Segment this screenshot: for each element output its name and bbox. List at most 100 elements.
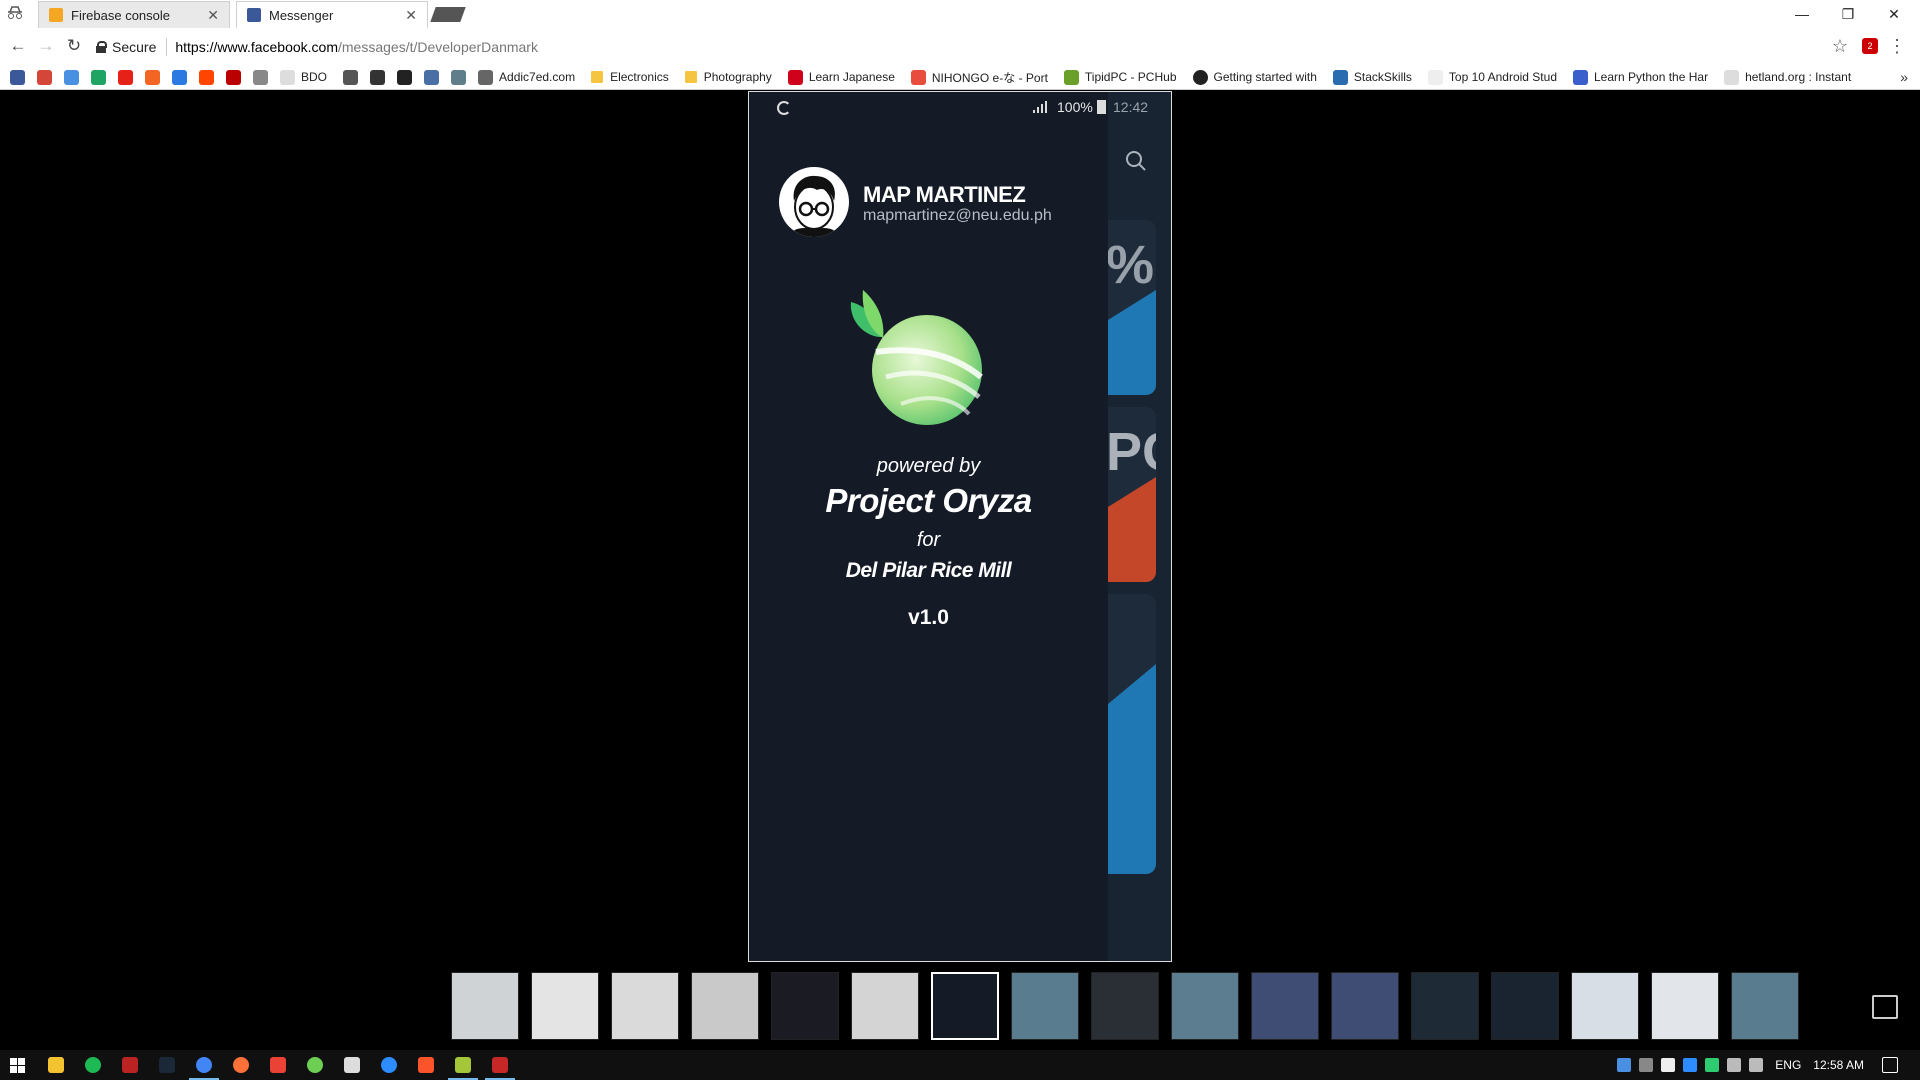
brave-icon[interactable] — [418, 1057, 434, 1073]
windows-start-icon[interactable] — [10, 1058, 25, 1073]
thumbnail[interactable] — [1251, 972, 1319, 1040]
forward-button[interactable]: → — [36, 36, 56, 56]
address-bar[interactable]: Secure https://www.facebook.com /message… — [96, 33, 1841, 60]
bookmark-hetland[interactable]: hetland.org : Instant — [1724, 69, 1851, 85]
gmail-icon[interactable] — [37, 69, 52, 85]
thumbnail[interactable] — [1331, 972, 1399, 1040]
drive-icon[interactable] — [91, 69, 106, 85]
link-icon[interactable] — [172, 69, 187, 85]
bookmark-star-icon[interactable]: ☆ — [1832, 36, 1848, 57]
bookmark-tipidpc[interactable]: TipidPC - PCHub — [1063, 69, 1177, 85]
thumbnail[interactable] — [531, 972, 599, 1040]
thumbnail[interactable] — [1411, 972, 1479, 1040]
tray-icon[interactable] — [1639, 1058, 1654, 1072]
facebook-icon[interactable] — [10, 69, 25, 85]
site-icon[interactable] — [370, 69, 386, 85]
file-explorer-icon[interactable] — [48, 1057, 64, 1073]
tab-label: Firebase console — [71, 7, 170, 23]
close-tab-icon[interactable]: ✕ — [207, 7, 219, 24]
close-window-button[interactable]: ✕ — [1872, 0, 1916, 28]
extension-icon[interactable]: 2 — [1862, 38, 1878, 54]
reload-button[interactable]: ↻ — [64, 36, 84, 56]
minimize-button[interactable]: — — [1780, 0, 1824, 28]
bookmark-top10-android[interactable]: Top 10 Android Stud — [1427, 69, 1557, 85]
bookmark-nihongo[interactable]: NIHONGO e-な - Port — [910, 69, 1048, 86]
restore-button[interactable]: ❐ — [1826, 0, 1870, 28]
battery-icon — [1097, 100, 1106, 114]
thumbnail[interactable] — [1491, 972, 1559, 1040]
thumbnail[interactable] — [771, 972, 839, 1040]
language-indicator[interactable]: ENG — [1775, 1058, 1801, 1072]
firefox-icon[interactable] — [233, 1057, 249, 1073]
thumbnail[interactable] — [1091, 972, 1159, 1040]
thumbnail[interactable] — [1571, 972, 1639, 1040]
menu-icon[interactable]: ⋮ — [1888, 36, 1906, 57]
bookmark-photography[interactable]: Photography — [684, 70, 772, 84]
wifi-icon[interactable] — [1727, 1058, 1742, 1072]
bookmark-addic7ed[interactable]: Addic7ed.com — [478, 69, 575, 85]
bookmark-stackskills[interactable]: StackSkills — [1332, 69, 1412, 85]
reddit-icon[interactable] — [199, 69, 214, 85]
bookmark-learn-japanese[interactable]: Learn Japanese — [787, 69, 895, 85]
tab-messenger[interactable]: Messenger ✕ — [236, 1, 428, 28]
app-icon[interactable] — [381, 1057, 397, 1073]
close-tab-icon[interactable]: ✕ — [405, 7, 417, 24]
thumbnail[interactable] — [1731, 972, 1799, 1040]
thumbnail[interactable] — [851, 972, 919, 1040]
app-icon[interactable] — [122, 1057, 138, 1073]
new-tab-button[interactable] — [430, 7, 466, 22]
tray-icon[interactable] — [1683, 1058, 1698, 1072]
github-icon — [1192, 69, 1208, 85]
gallery-icon[interactable] — [1872, 995, 1898, 1019]
spotify-icon[interactable] — [85, 1057, 101, 1073]
thumbnail[interactable] — [691, 972, 759, 1040]
bookmarks-bar: BDO Addic7ed.com Electronics Photography… — [0, 65, 1920, 90]
volume-icon[interactable] — [1749, 1058, 1764, 1072]
avatar[interactable] — [779, 167, 849, 237]
inbox-icon[interactable] — [64, 69, 79, 85]
bookmark-label: NIHONGO e-な - Port — [931, 70, 1048, 85]
bookmark-learn-python[interactable]: Learn Python the Har — [1573, 69, 1708, 85]
site-icon[interactable] — [343, 69, 359, 85]
bookmark-electronics[interactable]: Electronics — [591, 70, 669, 84]
notifications-icon[interactable] — [1882, 1057, 1898, 1073]
tab-firebase-console[interactable]: Firebase console ✕ — [38, 1, 230, 28]
more-bookmarks-icon[interactable]: » — [1900, 69, 1908, 85]
bookmark-label: Getting started with — [1213, 70, 1317, 84]
steam-icon[interactable] — [397, 69, 413, 85]
youtube-icon[interactable] — [118, 69, 133, 85]
app-icon[interactable] — [270, 1057, 286, 1073]
bookmark-icon[interactable] — [253, 69, 268, 85]
app-icon[interactable] — [307, 1057, 323, 1073]
site-icon — [1063, 69, 1079, 85]
tray-icon[interactable] — [1661, 1058, 1676, 1072]
bookmark-getting-started[interactable]: Getting started with — [1192, 69, 1317, 85]
steam-icon[interactable] — [159, 1057, 175, 1073]
system-clock[interactable]: 12:58 AM — [1813, 1058, 1864, 1072]
site-icon[interactable] — [451, 69, 467, 85]
chrome-icon[interactable] — [196, 1057, 212, 1073]
phone-screenshot[interactable]: % PC MAP MARTINEZ mapmartinez@neu.edu.ph — [748, 91, 1172, 962]
netflix-icon[interactable] — [226, 69, 241, 85]
site-icon[interactable] — [424, 69, 440, 85]
tray-icon[interactable] — [1705, 1058, 1720, 1072]
thumbnail[interactable] — [1171, 972, 1239, 1040]
bookmark-bdo[interactable]: BDO — [280, 69, 327, 85]
thumbnail[interactable] — [1011, 972, 1079, 1040]
sync-icon — [777, 101, 791, 115]
steam-tray-icon[interactable] — [1617, 1058, 1632, 1072]
powered-by-text: powered by — [876, 455, 981, 477]
thumbnail[interactable] — [451, 972, 519, 1040]
facebook-icon — [247, 8, 261, 22]
folder-icon — [591, 71, 604, 83]
thumbnail[interactable] — [1651, 972, 1719, 1040]
thumbnail[interactable] — [611, 972, 679, 1040]
dota-icon[interactable] — [492, 1057, 508, 1073]
back-button[interactable]: ← — [8, 36, 28, 56]
curse-icon[interactable] — [145, 69, 160, 85]
twitch-icon[interactable] — [344, 1057, 360, 1073]
bookmark-label: Top 10 Android Stud — [1448, 70, 1557, 84]
android-studio-icon[interactable] — [455, 1057, 471, 1073]
for-text: for — [916, 529, 941, 551]
thumbnail-selected[interactable] — [931, 972, 999, 1040]
